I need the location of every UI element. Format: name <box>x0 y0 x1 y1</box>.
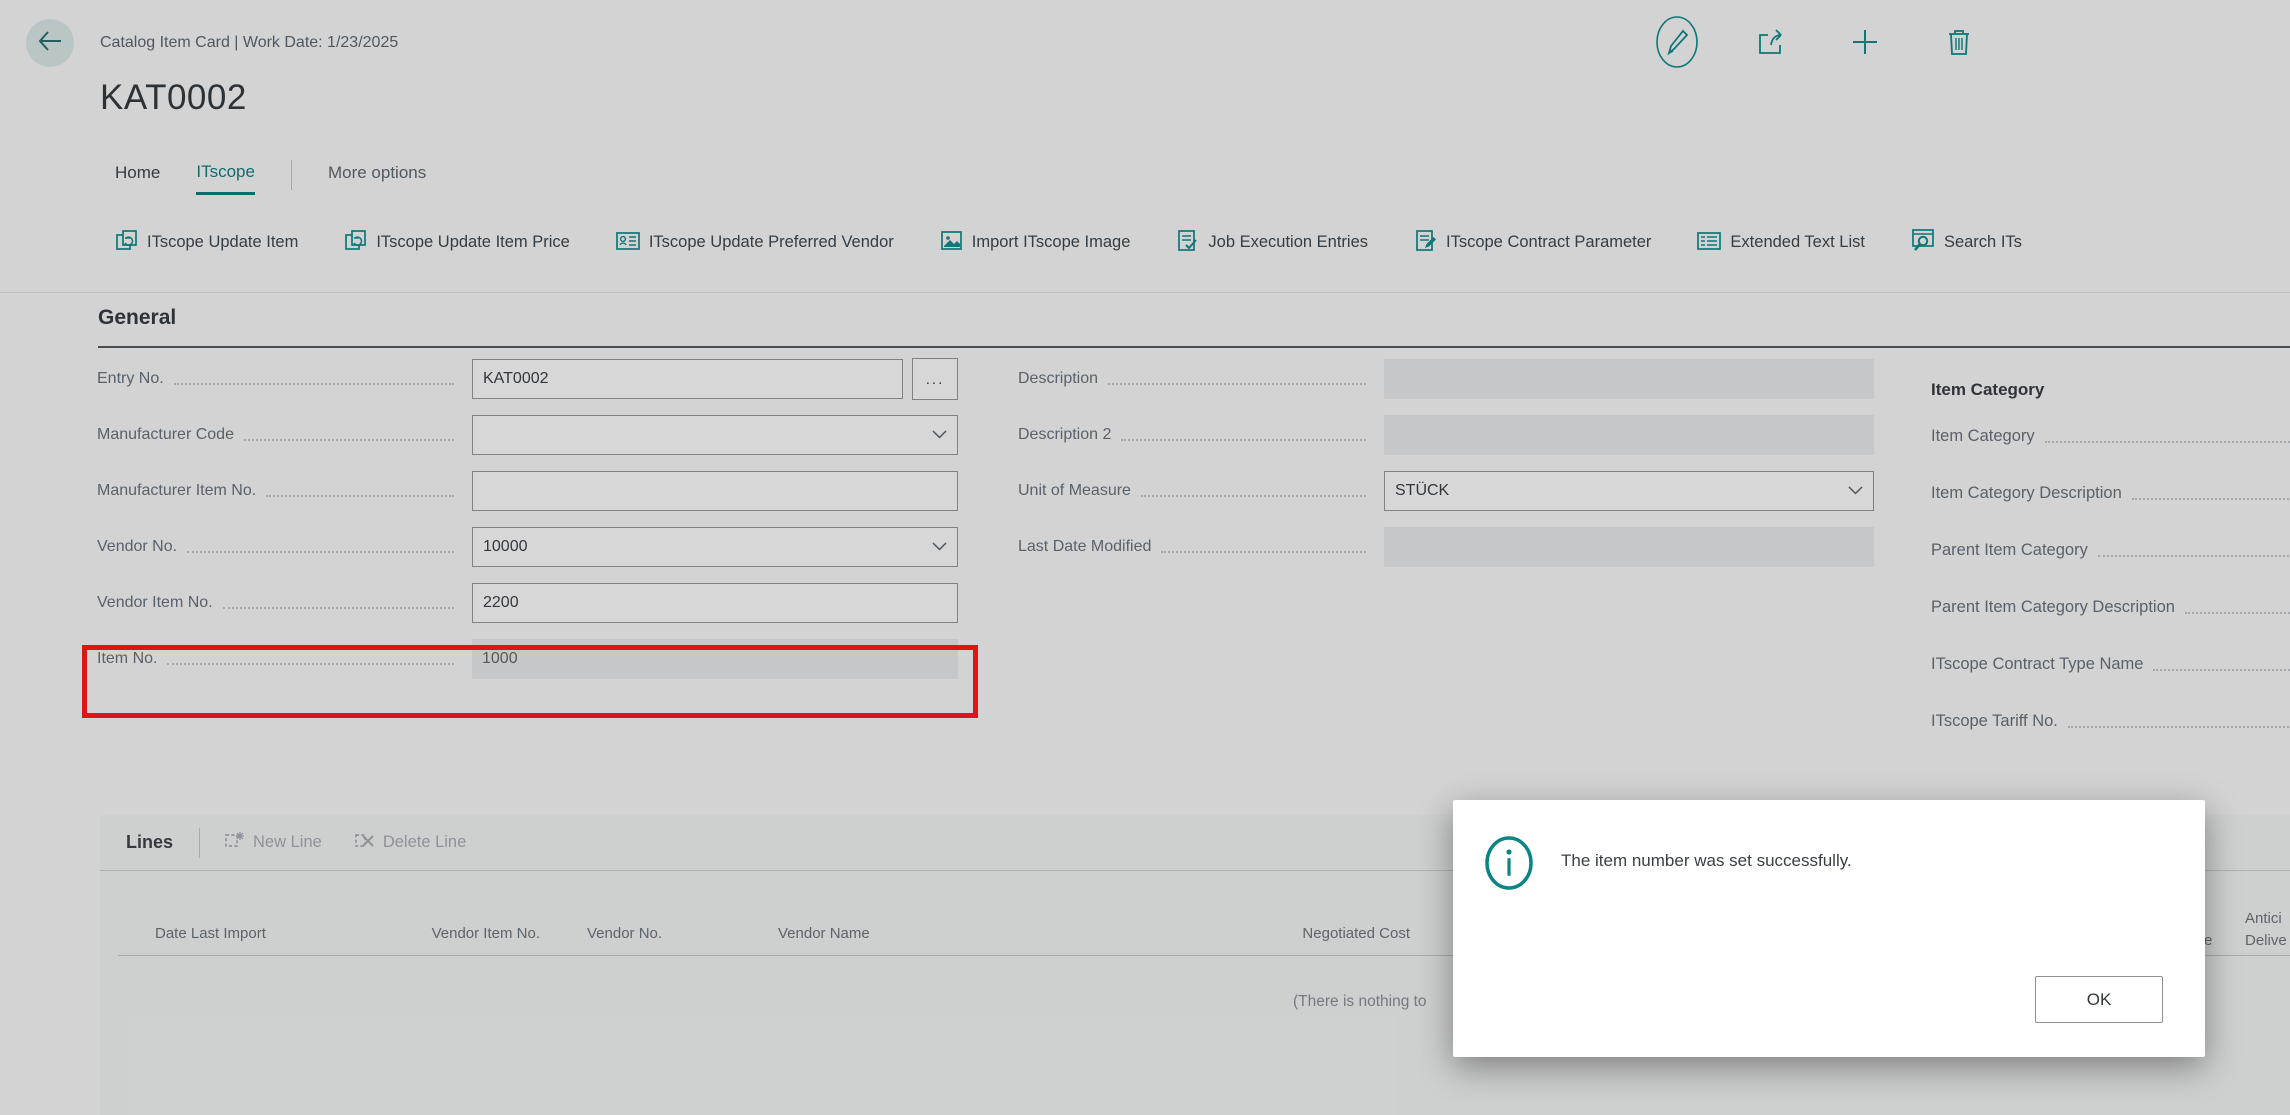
info-icon <box>1483 835 1535 896</box>
item-no-highlight-annotation <box>82 645 978 718</box>
confirmation-dialog: The item number was set successfully. OK <box>1453 800 2205 1057</box>
dialog-message: The item number was set successfully. <box>1561 851 1852 870</box>
catalog-item-card-page: Catalog Item Card | Work Date: 1/23/2025… <box>0 0 2290 1115</box>
ok-button[interactable]: OK <box>2035 976 2163 1023</box>
